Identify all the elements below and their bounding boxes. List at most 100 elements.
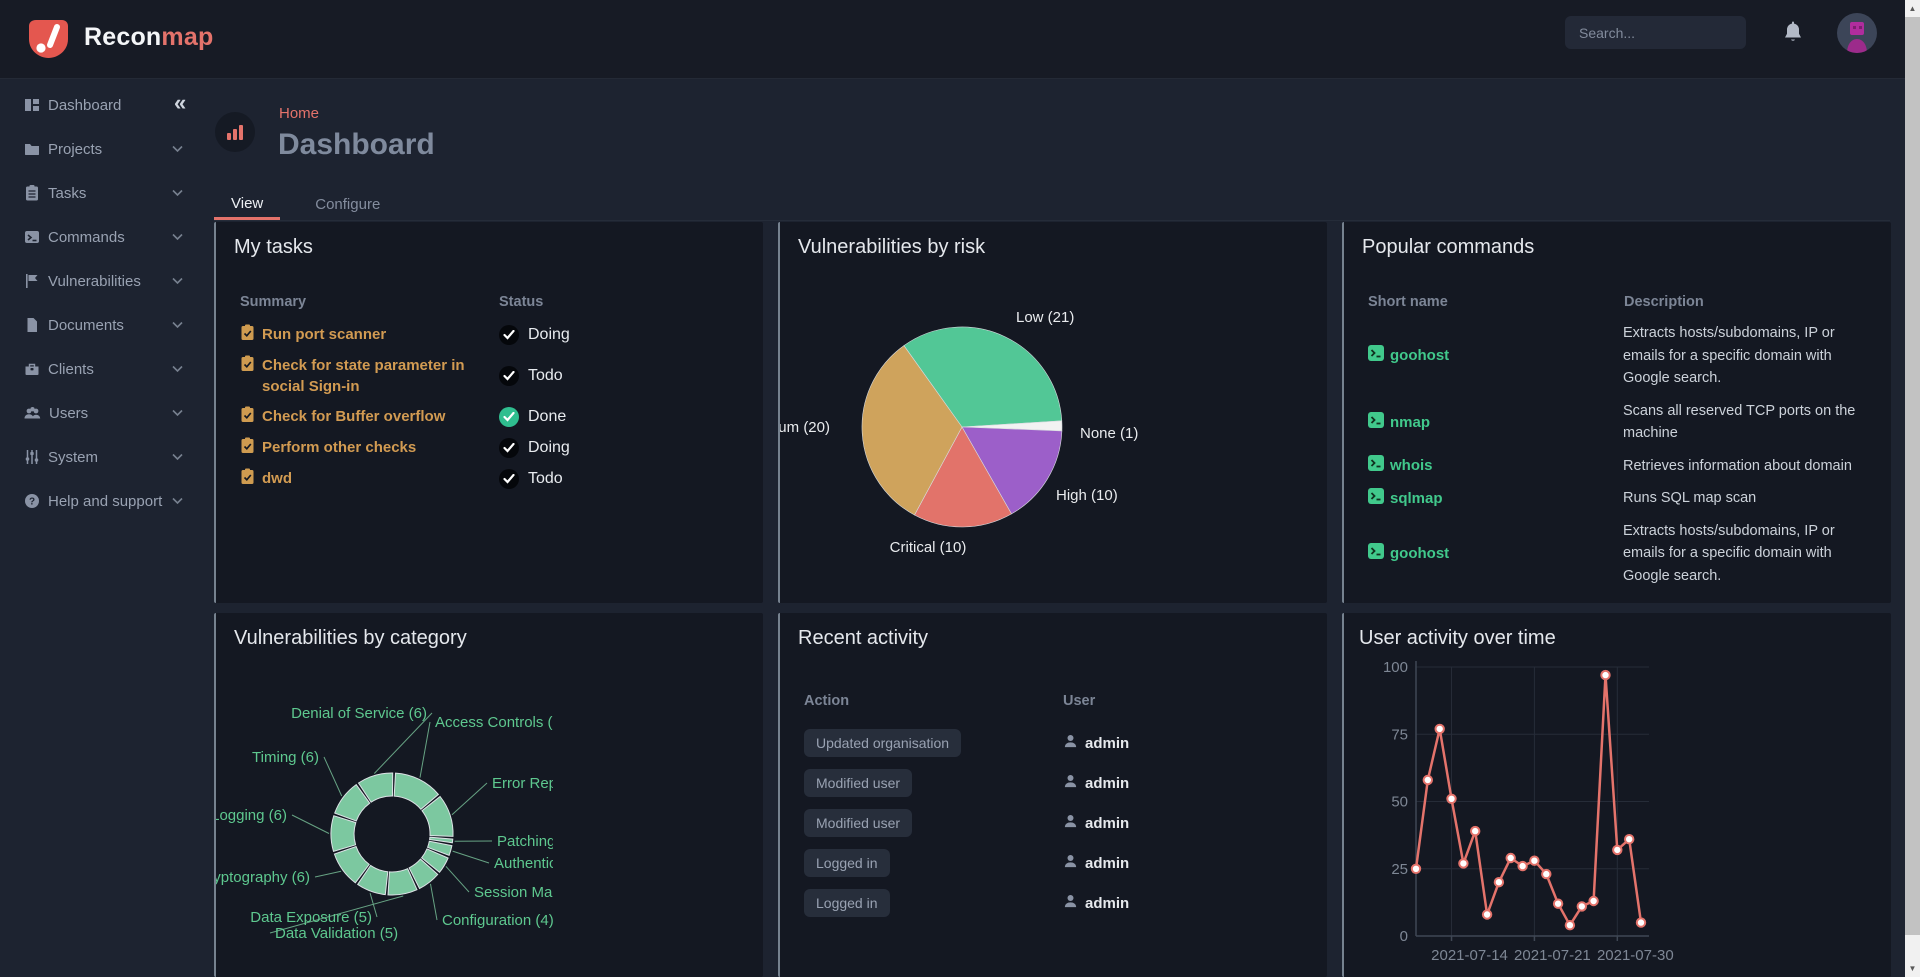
chevron-down-icon: [172, 366, 183, 373]
breadcrumb[interactable]: Home: [279, 105, 319, 122]
action-badge[interactable]: Updated organisation: [804, 729, 961, 757]
table-row: Modified user admin: [804, 809, 1303, 837]
sidebar-item-documents[interactable]: Documents: [0, 303, 213, 347]
table-row: goohost Extracts hosts/subdomains, IP or…: [1368, 322, 1867, 390]
command-description: Runs SQL map scan: [1623, 487, 1867, 510]
svg-text:?: ?: [29, 497, 35, 508]
task-clipboard-icon: [240, 324, 255, 346]
table-row: goohost Extracts hosts/subdomains, IP or…: [1368, 520, 1867, 588]
table-row: sqlmap Runs SQL map scan: [1368, 487, 1867, 510]
svg-text:75: 75: [1391, 726, 1408, 743]
svg-text:Access Controls (8): Access Controls (8): [435, 714, 553, 731]
sidebar-item-label: Projects: [48, 141, 102, 158]
status-check-icon: [499, 407, 519, 427]
scrollbar-thumb[interactable]: [1905, 17, 1920, 935]
command-link[interactable]: whois: [1390, 457, 1433, 474]
question-icon: ?: [24, 493, 40, 509]
user-activity-card: User activity over time 02550751002021-0…: [1342, 613, 1891, 977]
user-activity-line-chart: 02550751002021-07-142021-07-212021-07-30: [1354, 658, 1694, 968]
sidebar-item-users[interactable]: Users: [0, 391, 213, 435]
scroll-up-icon[interactable]: ▲: [1905, 0, 1920, 17]
user-icon: [1063, 733, 1078, 753]
action-badge[interactable]: Modified user: [804, 769, 912, 797]
status-check-icon: [499, 469, 519, 489]
vulnerabilities-by-category-card: Vulnerabilities by category Access Contr…: [214, 613, 763, 977]
command-list: goohost Extracts hosts/subdomains, IP or…: [1368, 322, 1867, 587]
task-link[interactable]: Check for Buffer overflow: [262, 406, 445, 427]
brand-part-1: Recon: [84, 23, 161, 51]
svg-text:Error Reporting (7): Error Reporting (7): [492, 775, 553, 792]
terminal-icon: [1368, 455, 1384, 476]
sidebar: Dashboard « Projects Tasks Commands Vuln…: [0, 78, 213, 523]
sidebar-item-commands[interactable]: Commands: [0, 215, 213, 259]
command-link[interactable]: goohost: [1390, 545, 1449, 562]
column-header-summary: Summary: [240, 294, 306, 310]
user-icon: [1063, 853, 1078, 873]
column-header-status: Status: [499, 294, 543, 310]
command-description: Extracts hosts/subdomains, IP or emails …: [1623, 322, 1867, 390]
sidebar-item-label: Clients: [48, 361, 94, 378]
vulnerabilities-by-risk-card: Vulnerabilities by risk Low (21)None (1)…: [778, 222, 1327, 603]
svg-text:Patching (1): Patching (1): [497, 833, 553, 850]
status-check-icon: [499, 366, 519, 386]
command-link[interactable]: nmap: [1390, 414, 1430, 431]
terminal-icon: [1368, 412, 1384, 433]
svg-text:2021-07-14: 2021-07-14: [1431, 947, 1508, 964]
sidebar-item-label: Help and support: [48, 493, 162, 510]
tab-bar: View Configure: [214, 189, 1890, 221]
scroll-down-icon[interactable]: ▼: [1905, 960, 1920, 977]
task-link[interactable]: dwd: [262, 468, 292, 489]
sidebar-item-tasks[interactable]: Tasks: [0, 171, 213, 215]
card-title: Vulnerabilities by risk: [798, 236, 985, 259]
action-badge[interactable]: Logged in: [804, 889, 890, 917]
terminal-icon: [24, 229, 40, 245]
task-link[interactable]: Check for state parameter in social Sign…: [262, 355, 485, 397]
action-badge[interactable]: Modified user: [804, 809, 912, 837]
file-icon: [24, 317, 40, 333]
people-icon: [24, 405, 41, 421]
svg-text:Timing (6): Timing (6): [252, 749, 319, 766]
sliders-icon: [24, 449, 40, 465]
svg-text:Session Management (3): Session Management (3): [474, 884, 553, 901]
terminal-icon: [1368, 543, 1384, 564]
svg-text:0: 0: [1400, 928, 1408, 945]
search-input[interactable]: [1565, 16, 1746, 49]
task-clipboard-icon: [240, 437, 255, 459]
sidebar-item-dashboard[interactable]: Dashboard «: [0, 83, 213, 127]
svg-text:Configuration (4): Configuration (4): [442, 912, 553, 929]
command-link[interactable]: sqlmap: [1390, 490, 1443, 507]
user-avatar[interactable]: [1837, 13, 1877, 53]
user-name: admin: [1085, 895, 1129, 912]
task-clipboard-icon: [240, 355, 255, 377]
sidebar-item-system[interactable]: System: [0, 435, 213, 479]
status-label: Doing: [528, 326, 570, 344]
notifications-bell-icon[interactable]: [1781, 21, 1805, 47]
command-link[interactable]: goohost: [1390, 347, 1449, 364]
sidebar-item-clients[interactable]: Clients: [0, 347, 213, 391]
tab-configure[interactable]: Configure: [298, 189, 397, 220]
task-link[interactable]: Run port scanner: [262, 324, 386, 345]
vertical-scrollbar[interactable]: ▲ ▼: [1905, 0, 1920, 977]
task-link[interactable]: Perform other checks: [262, 437, 416, 458]
action-badge[interactable]: Logged in: [804, 849, 890, 877]
reconmap-logo-icon[interactable]: [29, 19, 69, 59]
status-check-icon: [499, 438, 519, 458]
svg-text:Critical (10): Critical (10): [890, 539, 967, 556]
tab-view[interactable]: View: [214, 189, 280, 220]
folder-icon: [24, 141, 40, 157]
svg-text:Low (21): Low (21): [1016, 309, 1074, 326]
sidebar-item-help-and-support[interactable]: ? Help and support: [0, 479, 213, 523]
svg-text:Denial of Service (6): Denial of Service (6): [291, 705, 427, 722]
card-title: My tasks: [234, 236, 313, 259]
sidebar-item-label: Commands: [48, 229, 125, 246]
user-name: admin: [1085, 815, 1129, 832]
sidebar-item-vulnerabilities[interactable]: Vulnerabilities: [0, 259, 213, 303]
svg-text:High (10): High (10): [1056, 487, 1118, 504]
terminal-icon: [1368, 488, 1384, 509]
sidebar-collapse-button[interactable]: «: [174, 90, 186, 116]
table-row: Logged in admin: [804, 889, 1303, 917]
card-title: Popular commands: [1362, 236, 1534, 259]
table-row: nmap Scans all reserved TCP ports on the…: [1368, 400, 1867, 445]
table-row: Updated organisation admin: [804, 729, 1303, 757]
sidebar-item-projects[interactable]: Projects: [0, 127, 213, 171]
